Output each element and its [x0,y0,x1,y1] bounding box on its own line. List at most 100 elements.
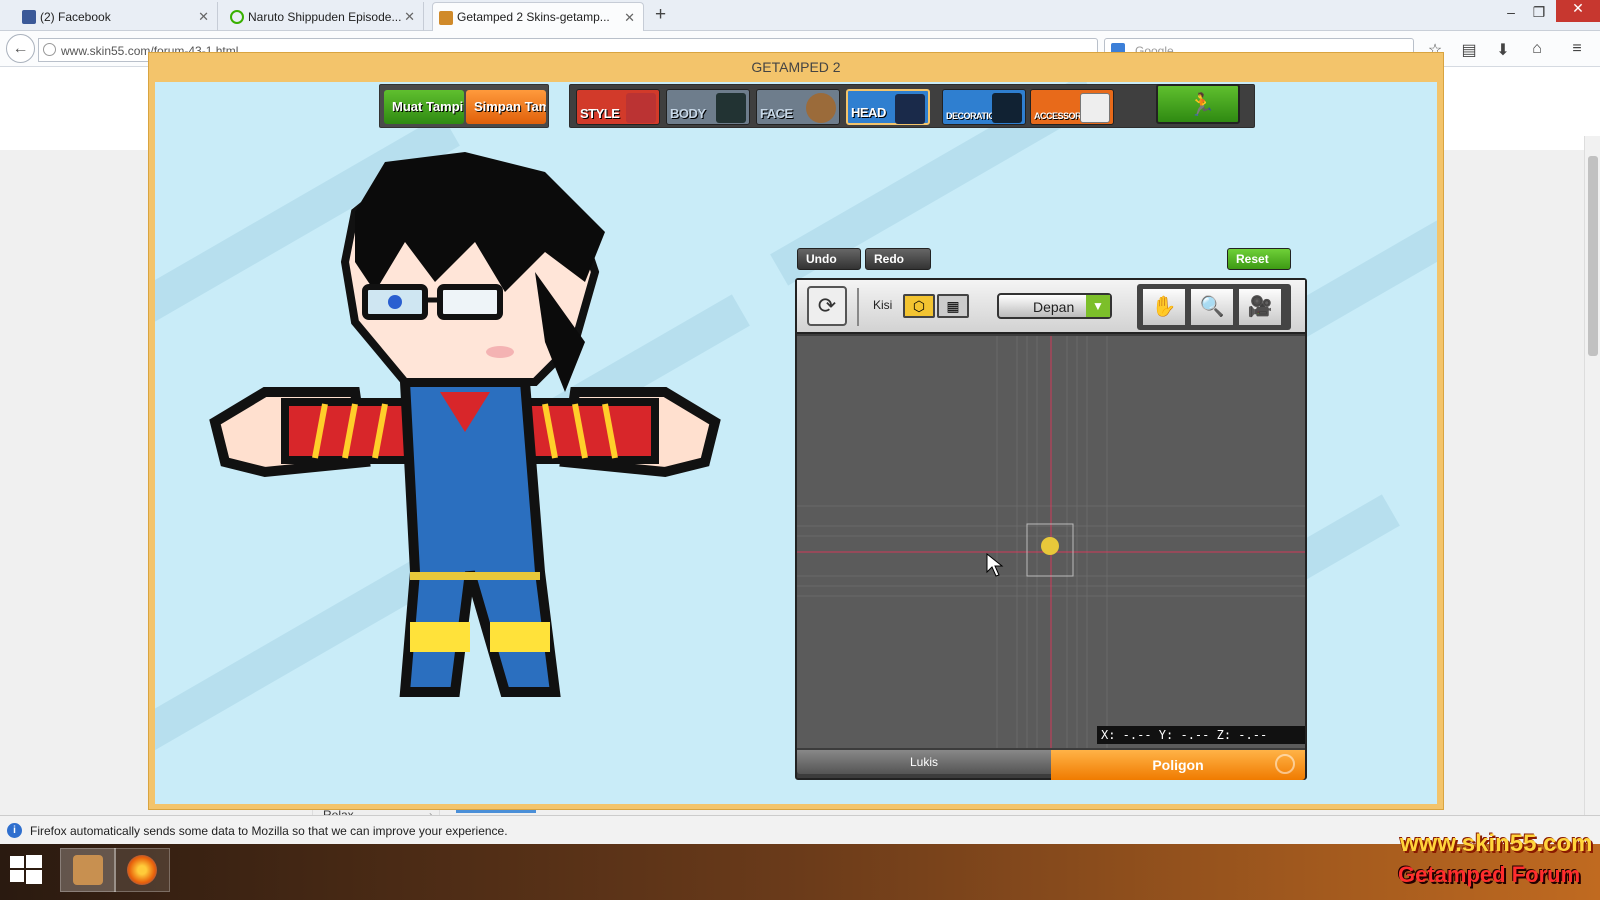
category-decoration[interactable]: DECORATION [942,89,1026,125]
windows-start-button[interactable] [6,852,46,888]
hex-grid-icon: ⬡ [912,298,926,314]
category-head[interactable]: HEAD [846,89,930,125]
watermark-forum: Getamped Forum [1398,862,1581,887]
editor-viewport[interactable]: X: -.-- Y: -.-- Z: -.-- [797,336,1305,748]
tab-title: Naruto Shippuden Episode... [248,9,402,24]
head-icon [895,94,925,124]
category-style[interactable]: STYLE [576,89,660,125]
toolbar-divider [857,288,859,326]
site-icon [439,11,453,25]
taskbar-app-game[interactable] [60,848,116,892]
load-appearance-button[interactable]: Muat Tampilan [384,90,464,124]
category-label: HEAD [851,105,886,120]
close-window-button[interactable]: ✕ [1556,0,1600,22]
viewport-grid [797,336,1305,748]
belt [410,572,540,580]
game-window: GETAMPED 2 Muat Tampilan Simpan Tampilan… [148,52,1444,810]
close-icon[interactable]: ✕ [624,10,635,26]
category-label: FACE [760,106,793,121]
zoom-tool-button[interactable]: 🔍 [1189,287,1235,327]
new-tab-button[interactable]: + [655,4,666,26]
view-select-value: Depan [1033,299,1075,315]
redo-label: Redo [874,252,904,266]
category-body[interactable]: BODY [666,89,750,125]
category-accessory[interactable]: ACCESSORY [1030,89,1114,125]
tab-naruto[interactable]: Naruto Shippuden Episode... ✕ [224,2,424,31]
cheek-blush [486,346,514,358]
camera-tool-button[interactable]: 🎥 [1237,287,1283,327]
rotate-reset-button[interactable]: ⟳ [807,286,847,326]
tab-getamped[interactable]: Getamped 2 Skins-getamp... ✕ [432,2,644,31]
rotate-icon: ⟳ [817,293,837,318]
left-eye [388,295,402,309]
home-icon[interactable]: ⌂ [1526,40,1548,58]
taskbar [0,844,1600,900]
minimize-button[interactable]: – [1496,4,1526,20]
loading-icon [230,10,244,24]
category-face[interactable]: FACE [756,89,840,125]
close-icon[interactable]: ✕ [198,9,209,25]
editor-panel: ⟳ Kisi ⬡ ▦ Depan ▼ ✋ 🔍 🎥 X: -.-- Y: -.--… [795,278,1307,780]
watermark-site: www.skin55.com [1400,830,1593,857]
notification-text: Firefox automatically sends some data to… [30,824,508,838]
back-button[interactable]: ← [6,34,35,63]
square-grid-icon: ▦ [946,298,960,314]
scrollbar-thumb[interactable] [1588,156,1598,356]
right-leg-stripe [490,622,550,652]
grid-label: Kisi [873,298,893,312]
save-label: Simpan Tampilan [474,99,546,114]
tab-paint-label: Lukis [909,755,938,769]
zoom-icon: 🔍 [1199,296,1225,318]
view-tools-group: ✋ 🔍 🎥 [1137,284,1291,330]
exit-icon: 🏃 [1188,92,1216,117]
category-toolbar: STYLE BODY FACE HEAD DECORATION ACCESSOR… [569,84,1255,128]
page-scrollbar[interactable] [1584,136,1600,896]
grid-square-toggle[interactable]: ▦ [937,294,969,318]
grid-hex-toggle[interactable]: ⬡ [903,294,935,318]
download-icon[interactable]: ⬇ [1492,40,1514,60]
reset-button[interactable]: Reset [1227,248,1291,270]
reset-label: Reset [1236,252,1269,266]
body-icon [716,93,746,123]
view-select[interactable]: Depan ▼ [997,293,1112,319]
game-app-icon [73,855,103,885]
tab-title: (2) Facebook [40,9,111,24]
category-label: STYLE [580,106,620,121]
taskbar-app-firefox[interactable] [114,848,170,892]
editor-toolbar: ⟳ Kisi ⬡ ▦ Depan ▼ ✋ 🔍 🎥 [797,280,1305,334]
facebook-icon [22,10,36,24]
game-stage: Muat Tampilan Simpan Tampilan STYLE BODY… [155,82,1437,804]
ring-icon [1275,754,1295,774]
hand-tool-button[interactable]: ✋ [1141,287,1187,327]
tab-paint[interactable]: Lukis [797,750,1051,774]
character-model [209,152,721,697]
coordinate-readout: X: -.-- Y: -.-- Z: -.-- [1097,726,1305,744]
undo-label: Undo [806,252,837,266]
glasses-right-lens [437,284,503,320]
save-appearance-button[interactable]: Simpan Tampilan [466,90,546,124]
editor-mode-tabs: Lukis Poligon [797,750,1305,780]
accessory-slot-icon [1080,93,1110,123]
browser-tab-strip: (2) Facebook ✕ Naruto Shippuden Episode.… [0,0,1600,31]
tab-polygon[interactable]: Poligon [1051,750,1305,780]
category-label: BODY [670,106,706,121]
tab-title: Getamped 2 Skins-getamp... [457,10,610,24]
exit-button[interactable]: 🏃 [1156,84,1240,124]
undo-button[interactable]: Undo [797,248,861,270]
restore-button[interactable]: ❐ [1524,4,1554,21]
tab-facebook[interactable]: (2) Facebook ✕ [16,2,218,31]
game-title: GETAMPED 2 [751,59,841,75]
category-label: ACCESSORY [1034,111,1087,121]
menu-icon[interactable]: ≡ [1566,40,1588,58]
reading-list-icon[interactable]: ▤ [1458,40,1480,60]
tab-polygon-label: Poligon [1152,757,1204,773]
info-icon: i [7,823,22,838]
mouse-cursor-icon [986,552,1004,577]
firefox-icon [127,855,157,885]
left-leg-stripe [410,622,470,652]
camera-icon: 🎥 [1247,296,1273,318]
close-icon[interactable]: ✕ [404,9,415,25]
redo-button[interactable]: Redo [865,248,931,270]
face-icon [806,93,836,123]
globe-icon [43,43,56,56]
